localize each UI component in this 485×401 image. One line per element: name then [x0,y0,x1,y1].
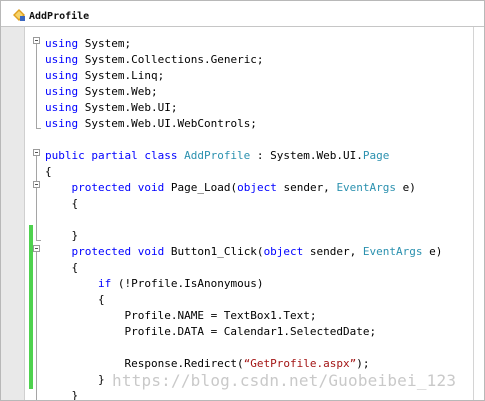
code-line-text: } [45,228,78,244]
code-token: e) [396,181,416,194]
code-line-text: using System.Collections.Generic; [45,52,264,68]
code-line-text: { [45,196,78,212]
code-token: { [45,197,79,210]
code-token: System.Linq; [78,69,165,82]
code-token: using [45,37,79,50]
code-token: System.Web.UI; [78,101,178,114]
code-token: System.Web.UI.WebControls; [78,117,257,130]
code-token: sender, [303,245,363,258]
code-token: { [45,165,52,178]
code-token: “GetProfile.aspx” [243,357,357,370]
code-line-text: } [45,388,78,400]
code-token: AddProfile [184,149,251,162]
code-line-text: { [45,260,78,276]
code-line-text: Profile.NAME = TextBox1.Text; [45,308,317,324]
code-line-text: protected void Page_Load(object sender, … [45,180,416,196]
code-line-text: { [45,164,52,180]
code-token: System; [78,37,132,50]
code-line-text: } [45,372,105,388]
code-line-text: if (!Profile.IsAnonymous) [45,276,264,292]
code-token: (!Profile.IsAnonymous) [111,277,264,290]
code-token: System.Collections.Generic; [78,53,264,66]
code-token: using [45,85,79,98]
code-token: using [45,101,79,114]
code-token: System.Web; [78,85,158,98]
code-token: Button1_Click( [164,245,264,258]
vertical-scroll-strip[interactable] [473,27,485,400]
code-line-text: using System.Web; [45,84,158,100]
code-token: EventArgs [336,181,397,194]
code-line-text: using System; [45,36,131,52]
code-line-text: Profile.DATA = Calendar1.SelectedDate; [45,324,376,340]
code-token: public partial class [45,149,185,162]
watermark: https://blog.csdn.net/Guobeibei_123 [112,371,457,390]
code-editor-window: AddProfile using System; using System.Col… [0,0,485,401]
code-token: Page [362,149,390,162]
code-token: Page_Load( [164,181,238,194]
code-token: sender, [276,181,337,194]
code-token: ); [356,357,370,370]
code-token: using [45,117,79,130]
code-token: EventArgs [362,245,423,258]
editor-gutter [1,27,24,400]
code-token: } [45,373,105,386]
document-tab-title[interactable]: AddProfile [29,11,89,22]
code-line-text: protected void Button1_Click(object send… [45,244,443,260]
code-token: protected void [71,245,165,258]
code-token: protected void [71,181,165,194]
code-token: { [45,261,79,274]
code-token: Response.Redirect( [45,357,244,370]
code-editor[interactable]: using System; using System.Collections.Ge… [25,27,473,400]
code-token: Profile.DATA = Calendar1.SelectedDate; [45,325,377,338]
code-token: } [45,229,79,242]
code-line-text: using System.Linq; [45,68,164,84]
code-line-text: { [45,292,105,308]
code-line-text: Response.Redirect(“GetProfile.aspx”); [45,356,370,372]
code-line-text: using System.Web.UI; [45,100,177,116]
code-token: : System.Web.UI. [250,149,363,162]
code-token: e) [422,245,443,258]
code-line-text: public partial class AddProfile : System… [45,148,389,164]
code-token: { [45,293,105,306]
code-token: } [45,389,79,400]
code-token: using [45,69,79,82]
code-token: using [45,53,79,66]
document-tab-bar: AddProfile [1,1,484,27]
csharp-class-icon [13,9,25,21]
code-token: if [97,277,112,290]
code-line-text: using System.Web.UI.WebControls; [45,116,257,132]
code-token: object [237,181,277,194]
code-token: Profile.NAME = TextBox1.Text; [45,309,317,322]
code-token: object [263,245,304,258]
